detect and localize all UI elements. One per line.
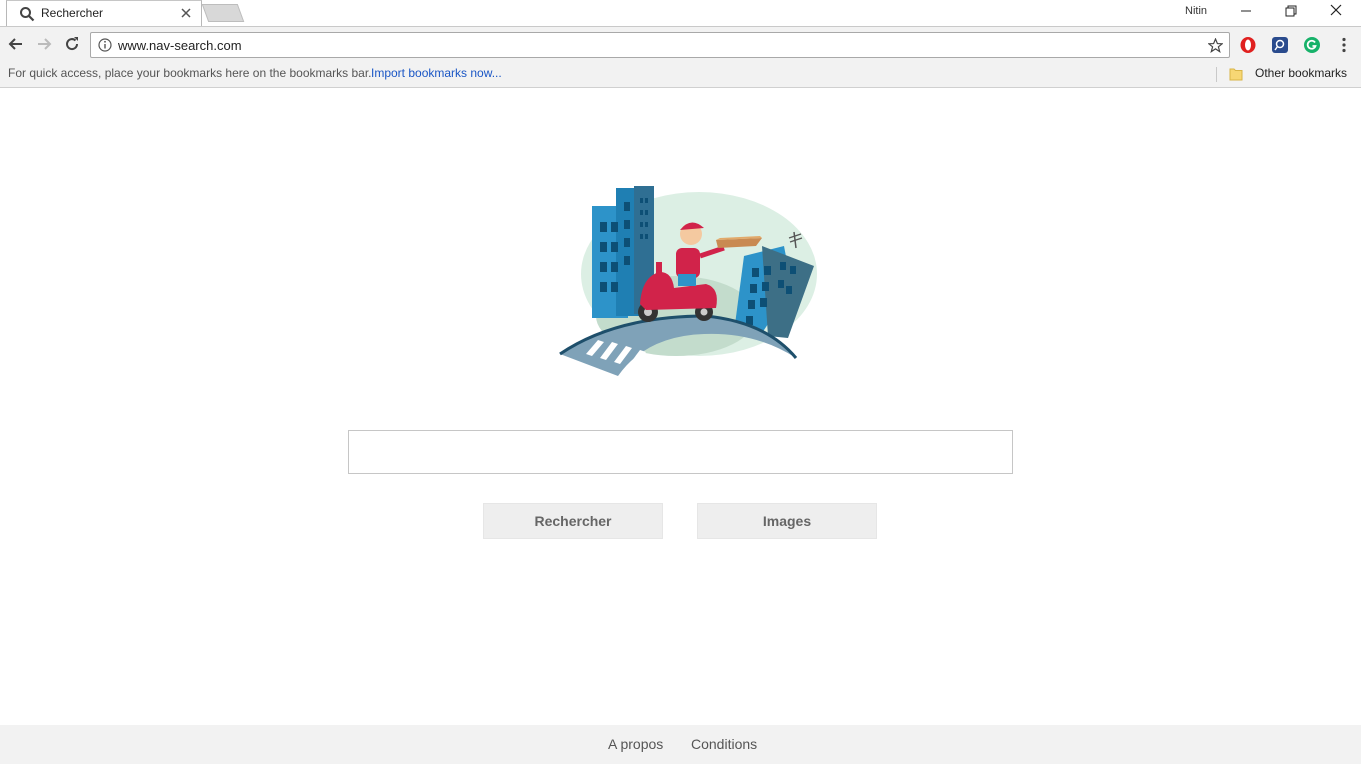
images-button[interactable]: Images xyxy=(697,503,877,539)
logo-illustration xyxy=(559,186,817,376)
window-close-icon[interactable] xyxy=(1314,0,1358,22)
opera-icon[interactable] xyxy=(1239,36,1257,54)
grammarly-icon[interactable] xyxy=(1303,36,1321,54)
browser-tab[interactable]: Rechercher xyxy=(6,0,202,26)
tab-title: Rechercher xyxy=(41,6,104,20)
other-bookmarks[interactable]: Other bookmarks xyxy=(1255,66,1347,80)
forward-icon[interactable] xyxy=(35,35,53,53)
search-icon xyxy=(20,7,35,22)
tab-strip: Rechercher Nitin xyxy=(0,0,1361,26)
search-input[interactable] xyxy=(348,430,1013,474)
bookmarks-hint: For quick access, place your bookmarks h… xyxy=(8,66,372,80)
folder-icon xyxy=(1229,68,1243,81)
close-icon[interactable] xyxy=(179,6,193,20)
url-text[interactable]: www.nav-search.com xyxy=(118,38,242,53)
import-bookmarks-link[interactable]: Import bookmarks now... xyxy=(371,66,502,80)
bookmarks-bar: For quick access, place your bookmarks h… xyxy=(0,62,1361,88)
browser-toolbar: www.nav-search.com xyxy=(0,26,1361,62)
address-bar[interactable]: www.nav-search.com xyxy=(90,32,1230,58)
search-button[interactable]: Rechercher xyxy=(483,503,663,539)
profile-name[interactable]: Nitin xyxy=(1185,5,1207,17)
reload-icon[interactable] xyxy=(63,35,81,53)
star-icon[interactable] xyxy=(1208,38,1223,53)
about-link[interactable]: A propos xyxy=(608,736,663,752)
conditions-link[interactable]: Conditions xyxy=(691,736,757,752)
restore-icon[interactable] xyxy=(1269,0,1313,22)
new-tab-button[interactable] xyxy=(201,4,245,22)
extension-icon[interactable] xyxy=(1271,36,1289,54)
footer: A propos Conditions xyxy=(0,725,1361,764)
info-icon[interactable] xyxy=(98,38,112,52)
bookmarks-separator xyxy=(1216,67,1217,82)
menu-icon[interactable] xyxy=(1338,36,1350,54)
minimize-icon[interactable] xyxy=(1224,0,1268,22)
back-icon[interactable] xyxy=(7,35,25,53)
